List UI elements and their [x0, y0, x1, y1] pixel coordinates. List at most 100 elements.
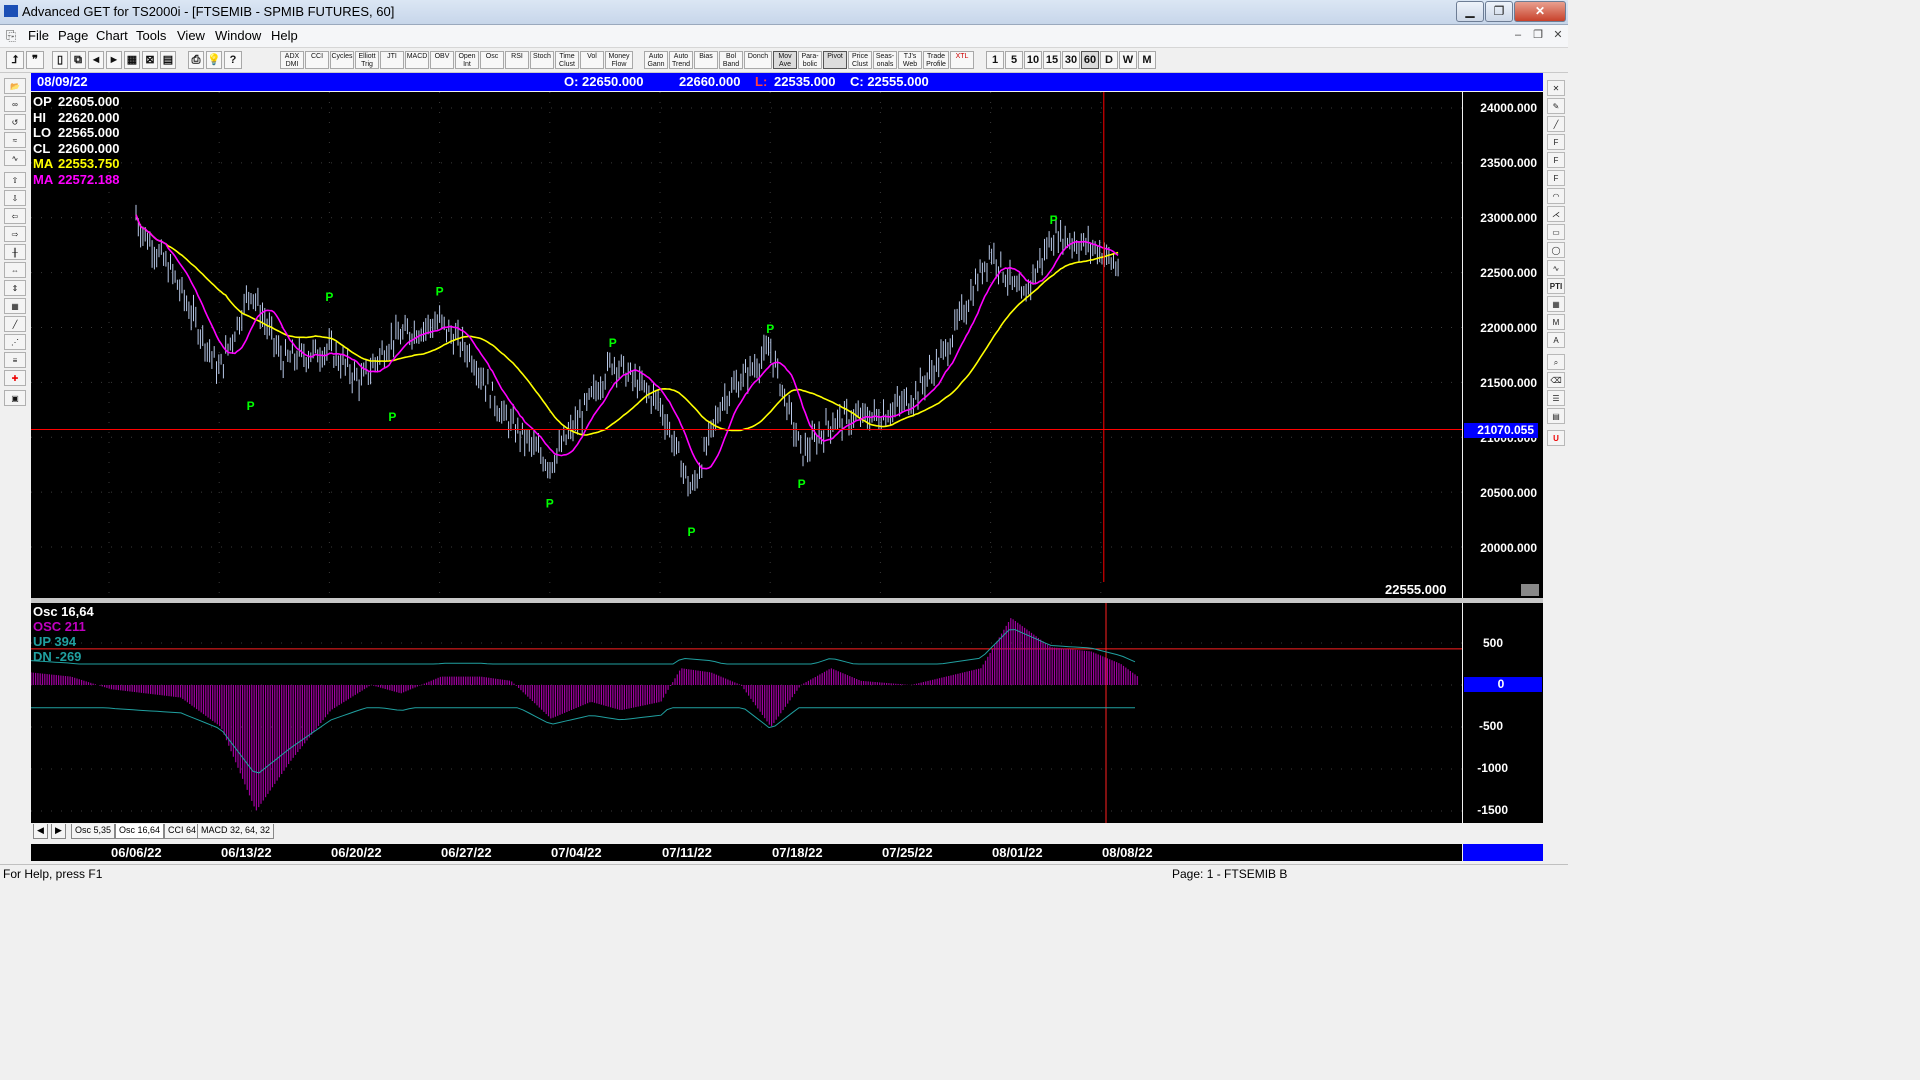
- study-auto-trend-button[interactable]: Auto Trend: [669, 51, 693, 69]
- menu-view[interactable]: View: [177, 28, 205, 43]
- timeframe-w-button[interactable]: W: [1119, 51, 1137, 69]
- crosshair-icon[interactable]: ✚: [4, 370, 26, 386]
- gann-icon[interactable]: ⋰: [4, 334, 26, 350]
- study-osc-button[interactable]: Osc: [480, 51, 504, 69]
- study-cycles-button[interactable]: Cycles: [330, 51, 354, 69]
- tab-osc-16-64[interactable]: Osc 16,64: [115, 824, 165, 839]
- eraser-icon[interactable]: ⌫: [1547, 372, 1565, 388]
- timeframe-m-button[interactable]: M: [1138, 51, 1156, 69]
- menu-window[interactable]: Window: [215, 28, 261, 43]
- pointer-icon[interactable]: ⮥: [6, 51, 24, 69]
- hint-icon[interactable]: 💡: [206, 51, 222, 69]
- study-trade-profile-button[interactable]: Trade Profile: [923, 51, 949, 69]
- zoom-vertical-icon[interactable]: ⇕: [4, 280, 26, 296]
- back-icon[interactable]: ◄: [88, 51, 104, 69]
- help-icon[interactable]: ?: [224, 51, 242, 69]
- table-icon[interactable]: ▤: [160, 51, 176, 69]
- forward-icon[interactable]: ►: [106, 51, 122, 69]
- window-grid-icon[interactable]: ▦: [4, 298, 26, 314]
- tab-macd[interactable]: MACD 32, 64, 32: [197, 824, 275, 839]
- book-icon[interactable]: ▤: [1547, 408, 1565, 424]
- menu-chart[interactable]: Chart: [96, 28, 128, 43]
- fib-retracement-icon[interactable]: F: [1547, 134, 1565, 150]
- study-macd-button[interactable]: MACD: [405, 51, 429, 69]
- text-icon[interactable]: A: [1547, 332, 1565, 348]
- mdi-close-button[interactable]: ✕: [1550, 28, 1566, 43]
- menu-file[interactable]: File: [28, 28, 49, 43]
- timeframe-1-button[interactable]: 1: [986, 51, 1004, 69]
- study-open-int-button[interactable]: Open Int: [455, 51, 479, 69]
- arc-icon[interactable]: ◠: [1547, 188, 1565, 204]
- arrow-down-icon[interactable]: ⇩: [4, 190, 26, 206]
- print-preview-icon[interactable]: ▣: [4, 390, 26, 406]
- study-obv-button[interactable]: OBV: [430, 51, 454, 69]
- tab-cci-64[interactable]: CCI 64: [164, 824, 201, 839]
- minimize-button[interactable]: ▁: [1456, 1, 1484, 22]
- timeframe-5-button[interactable]: 5: [1005, 51, 1023, 69]
- study-stoch-button[interactable]: Stoch: [530, 51, 554, 69]
- arrow-right-icon[interactable]: ⇨: [4, 226, 26, 242]
- tab-scroll-left[interactable]: ◀: [33, 824, 48, 839]
- delete-drawing-icon[interactable]: ✕: [1547, 80, 1565, 96]
- study-cci-button[interactable]: CCI: [305, 51, 329, 69]
- zoom-horizontal-icon[interactable]: ⇔: [4, 262, 26, 278]
- study-parabolic-button[interactable]: Para- bolic: [798, 51, 822, 69]
- menu-page[interactable]: Page: [58, 28, 88, 43]
- close-button[interactable]: ✕: [1514, 1, 1566, 22]
- pti-icon[interactable]: PTI: [1547, 278, 1565, 294]
- cycle-icon[interactable]: ∿: [1547, 260, 1565, 276]
- timeframe-30-button[interactable]: 30: [1062, 51, 1080, 69]
- study-money-flow-button[interactable]: Money Flow: [605, 51, 633, 69]
- fib-time-icon[interactable]: F: [1547, 170, 1565, 186]
- open-folder-icon[interactable]: 📂: [4, 78, 26, 94]
- study-bias-button[interactable]: Bias: [694, 51, 718, 69]
- restore-button[interactable]: ❐: [1485, 1, 1513, 22]
- menu-help[interactable]: Help: [271, 28, 298, 43]
- binoculars-icon[interactable]: ∞: [4, 96, 26, 112]
- study-jti-button[interactable]: JTI: [380, 51, 404, 69]
- oscillator-panel[interactable]: Osc 16,64 OSC 211 UP 394 DN -269: [31, 603, 1462, 823]
- menu-tools[interactable]: Tools: [136, 28, 166, 43]
- study-tjs-web-button[interactable]: TJ's Web: [898, 51, 922, 69]
- study-pivot-button[interactable]: Pivot: [823, 51, 847, 69]
- print-icon[interactable]: ⎙: [188, 51, 204, 69]
- timeframe-d-button[interactable]: D: [1100, 51, 1118, 69]
- ellipse-icon[interactable]: ◯: [1547, 242, 1565, 258]
- new-page-icon[interactable]: ▯: [52, 51, 68, 69]
- study-seasonals-button[interactable]: Seas- onals: [873, 51, 897, 69]
- arrow-up-icon[interactable]: ⇧: [4, 172, 26, 188]
- study-auto-gann-button[interactable]: Auto Gann: [644, 51, 668, 69]
- layout-icon[interactable]: ▦: [124, 51, 140, 69]
- study-donch-button[interactable]: Donch: [744, 51, 772, 69]
- study-rsi-button[interactable]: RSI: [505, 51, 529, 69]
- fib-icon[interactable]: ≡: [4, 352, 26, 368]
- grid-icon-right[interactable]: ▦: [1547, 296, 1565, 312]
- magnifier-icon[interactable]: ⌕: [1547, 354, 1565, 370]
- bars-icon[interactable]: ╫: [4, 244, 26, 260]
- mdi-restore-button[interactable]: ❐: [1530, 28, 1546, 43]
- study-bol-band-button[interactable]: Bol Band: [719, 51, 743, 69]
- mdi-minimize-button[interactable]: ‒: [1510, 28, 1526, 43]
- study-vol-button[interactable]: Vol: [580, 51, 604, 69]
- reset-icon[interactable]: ↺: [4, 114, 26, 130]
- pencil-icon[interactable]: ✎: [1547, 98, 1565, 114]
- scroll-icon[interactable]: [1521, 584, 1539, 596]
- timeframe-15-button[interactable]: 15: [1043, 51, 1061, 69]
- fib-extension-icon[interactable]: F: [1547, 152, 1565, 168]
- copy-icon[interactable]: ⧉: [70, 51, 86, 69]
- channel-icon[interactable]: ▭: [1547, 224, 1565, 240]
- fan-icon[interactable]: ⋌: [1547, 206, 1565, 222]
- tab-osc-5-35[interactable]: Osc 5,35: [71, 824, 116, 839]
- timeframe-60-button[interactable]: 60: [1081, 51, 1099, 69]
- grid-icon[interactable]: ⊠: [142, 51, 158, 69]
- study-price-clust-button[interactable]: Price Clust: [848, 51, 872, 69]
- document-icon[interactable]: ⎘: [6, 28, 16, 44]
- study-xtl-button[interactable]: XTL: [950, 51, 974, 69]
- lines-icon[interactable]: ╱: [4, 316, 26, 332]
- price-chart-panel[interactable]: P P P P P P P P P P OP 22605.000 HI 22620.000 LO 22565…: [31, 92, 1462, 598]
- elliott-icon[interactable]: ∿: [4, 150, 26, 166]
- tab-scroll-right[interactable]: ▶: [51, 824, 66, 839]
- trendline-icon[interactable]: ╱: [1547, 116, 1565, 132]
- arrow-left-icon[interactable]: ⇦: [4, 208, 26, 224]
- timeframe-10-button[interactable]: 10: [1024, 51, 1042, 69]
